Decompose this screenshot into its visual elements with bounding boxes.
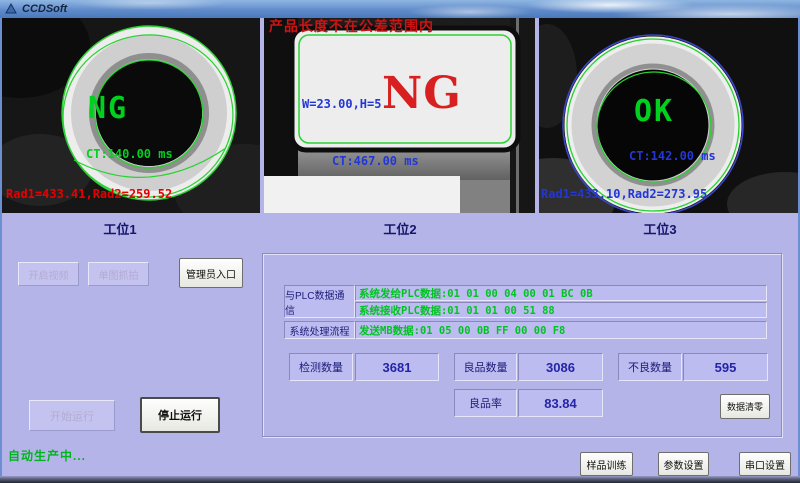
window-title: CCDSoft [22,3,67,15]
single-capture-button[interactable]: 单图抓拍 [88,262,149,286]
cycle-time-station1: CT:140.00 ms [86,148,173,161]
result-label-station1: NG [88,92,128,125]
ring-part-image-1 [2,18,260,213]
production-status-text: 自动生产中... [8,447,86,464]
camera-view-station1: NG CT:140.00 ms Rad1=433.41,Rad2=259.52 [2,18,260,213]
window-frame-left [0,18,2,476]
yield-rate-value: 83.84 [518,389,603,417]
camera-view-station2: 产品长度不在公差范围内 W=23.00,H=5. NG CT:467.00 ms [264,18,535,213]
station1-label: 工位1 [85,219,155,238]
app-icon [5,3,17,15]
plc-comm-label: 与PLC数据通信 [284,285,355,318]
bad-count-label: 不良数量 [618,353,682,381]
detect-count-label: 检测数量 [289,353,353,381]
open-video-button[interactable]: 开启视频 [18,262,79,286]
station3-label: 工位3 [625,219,695,238]
measurement-readout-station2: W=23.00,H=5. [302,98,389,111]
yield-rate-label: 良品率 [454,389,517,417]
plc-receive-data-field: 系统接收PLC数据:01 01 01 00 51 88 [355,302,767,318]
radius-readout-station1: Rad1=433.41,Rad2=259.52 [6,188,172,201]
plc-data-groupbox: 与PLC数据通信 系统发给PLC数据:01 01 00 04 00 01 BC … [262,253,782,437]
result-label-station2: NG [382,70,462,118]
param-settings-button[interactable]: 参数设置 [658,452,709,476]
title-bar: CCDSoft [0,0,800,18]
alarm-message: 产品长度不在公差范围内 [269,19,434,34]
sample-training-button[interactable]: 样品训练 [580,452,633,476]
process-flow-field: 发送MB数据:01 05 00 0B FF 00 00 F8 [355,321,767,339]
camera-view-station3: OK CT:142.00 ms Rad1=433.10,Rad2=273.95 [539,18,798,213]
admin-entry-button[interactable]: 管理员入口 [179,258,243,288]
cycle-time-station2: CT:467.00 ms [332,155,419,168]
good-count-label: 良品数量 [454,353,517,381]
good-count-value: 3086 [518,353,603,381]
stop-run-button[interactable]: 停止运行 [140,397,220,433]
radius-readout-station3: Rad1=433.10,Rad2=273.95 [541,188,707,201]
serial-settings-button[interactable]: 串口设置 [739,452,791,476]
detect-count-value: 3681 [355,353,439,381]
cycle-time-station3: CT:142.00 ms [629,150,716,163]
bad-count-value: 595 [683,353,768,381]
plc-send-data-field: 系统发给PLC数据:01 01 00 04 00 01 BC 0B [355,285,767,301]
start-run-button[interactable]: 开始运行 [29,400,115,431]
station2-label: 工位2 [365,219,435,238]
process-flow-label: 系统处理流程 [284,321,355,339]
data-clear-button[interactable]: 数据清零 [720,394,770,419]
window-frame-bottom [0,476,800,483]
result-label-station3: OK [634,95,674,128]
